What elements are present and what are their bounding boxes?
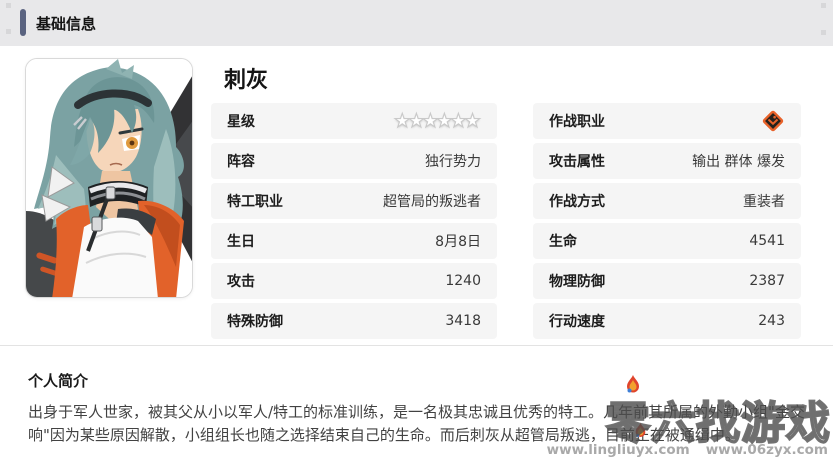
section-divider: [0, 345, 833, 346]
character-portrait: [25, 58, 193, 298]
info-label: 星级: [227, 111, 255, 131]
info-value: 超管局的叛逃者: [383, 191, 481, 211]
info-row-combat-style: 作战方式 重装者: [533, 183, 801, 219]
info-row-birthday: 生日 8月8日: [211, 223, 497, 259]
watermark-url: www.06zyx.com: [706, 442, 828, 458]
info-value: 独行势力: [425, 151, 481, 171]
info-value: 4541: [749, 233, 785, 249]
info-row-attack-attribute: 攻击属性 输出 群体 爆发: [533, 143, 801, 179]
character-art: [26, 59, 193, 298]
decor-dot: [6, 29, 11, 34]
info-column-left: 星级 ★★★★★★ 阵容 独行势力 特工职业 超管局的叛逃者 生日 8月8日 攻…: [211, 103, 497, 343]
character-name: 刺灰: [224, 62, 268, 94]
info-value: 3418: [445, 313, 481, 329]
info-label: 作战方式: [549, 191, 605, 211]
info-label: 生日: [227, 231, 255, 251]
info-row-combat-class: 作战职业: [533, 103, 801, 139]
info-label: 作战职业: [549, 111, 605, 131]
info-row-special-defense: 特殊防御 3418: [211, 303, 497, 339]
info-label: 物理防御: [549, 271, 605, 291]
character-info-page: 基础信息: [0, 0, 833, 459]
decor-dot: [6, 3, 11, 8]
info-row-attack: 攻击 1240: [211, 263, 497, 299]
info-row-physical-defense: 物理防御 2387: [533, 263, 801, 299]
section-header: 基础信息: [0, 0, 833, 46]
info-value: 8月8日: [435, 231, 481, 251]
info-row-faction: 阵容 独行势力: [211, 143, 497, 179]
info-label: 阵容: [227, 151, 255, 171]
section-title: 基础信息: [36, 13, 96, 34]
info-label: 特殊防御: [227, 311, 283, 331]
header-accent-bar: [20, 9, 26, 36]
info-value: 243: [758, 313, 785, 329]
info-row-hp: 生命 4541: [533, 223, 801, 259]
decor-dot: [821, 30, 826, 35]
info-label: 行动速度: [549, 311, 605, 331]
info-label: 攻击: [227, 271, 255, 291]
watermark-url: www.lingliuyx.com: [547, 442, 690, 458]
info-row-star-rating: 星级 ★★★★★★: [211, 103, 497, 139]
info-value: 输出 群体 爆发: [692, 151, 785, 171]
bio-title: 个人简介: [28, 370, 88, 391]
guard-diamond-icon: [761, 109, 785, 133]
watermark-urls: www.lingliuyx.com www.06zyx.com: [547, 442, 828, 458]
info-value: 重装者: [743, 191, 785, 211]
info-value: 2387: [749, 273, 785, 289]
info-column-right: 作战职业 攻击属性 输出 群体 爆发 作战方式 重装者 生命 4541 物理防御…: [533, 103, 801, 343]
info-label: 攻击属性: [549, 151, 605, 171]
info-row-agent-class: 特工职业 超管局的叛逃者: [211, 183, 497, 219]
star-rating: ★★★★★★: [394, 110, 481, 132]
info-label: 特工职业: [227, 191, 283, 211]
decor-dot: [821, 3, 826, 8]
info-label: 生命: [549, 231, 577, 251]
info-row-speed: 行动速度 243: [533, 303, 801, 339]
info-value: 1240: [445, 273, 481, 289]
